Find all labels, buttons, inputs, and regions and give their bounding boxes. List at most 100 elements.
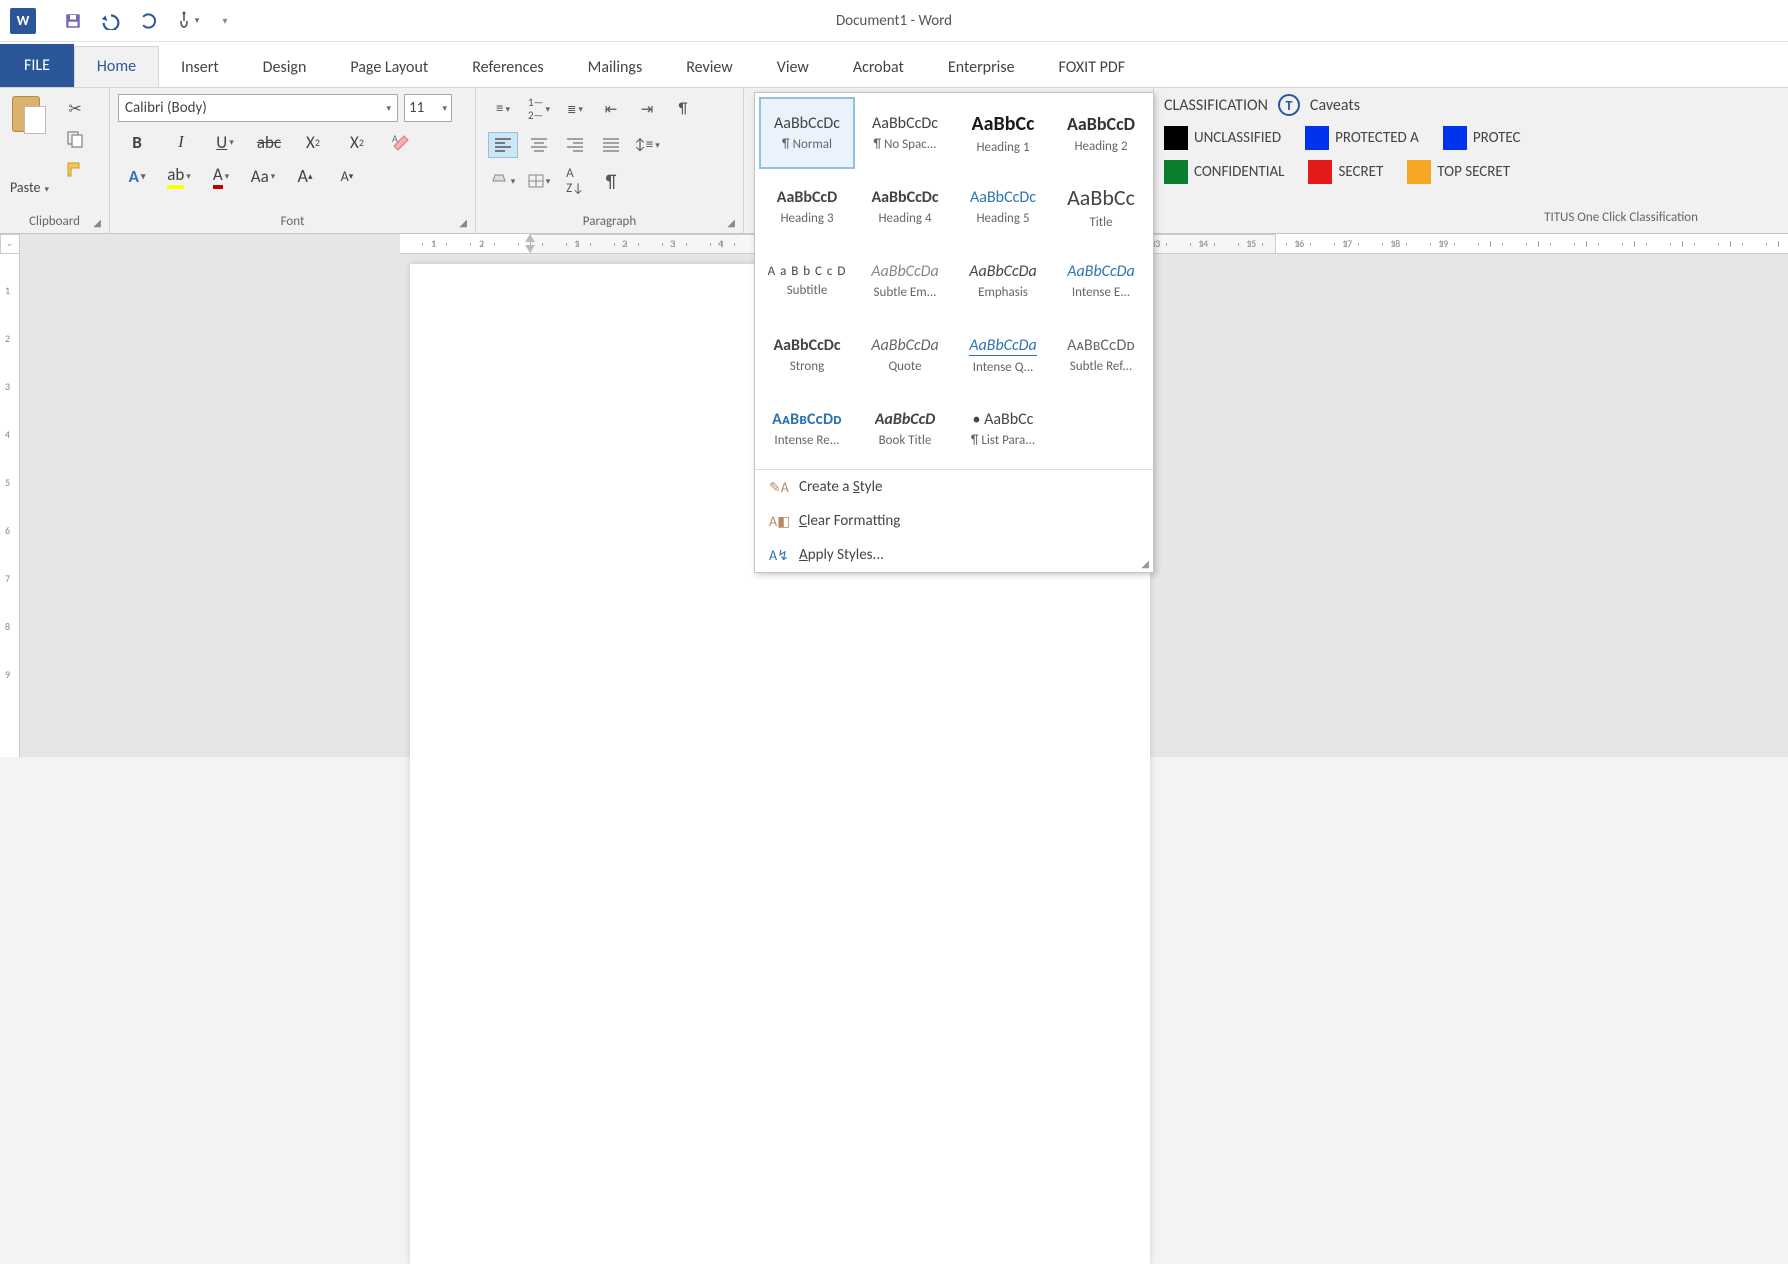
clipboard-launcher[interactable]: ◢ (93, 216, 101, 229)
style-tile-quote[interactable]: AaBbCcDaQuote (857, 319, 953, 391)
line-spacing-button[interactable]: ↕≡▾ (632, 132, 662, 158)
style-preview: AaBbCcD (1067, 113, 1135, 135)
group-font: Calibri (Body)▾ 11▾ B I U▾ abc X2 X2 A A… (110, 88, 476, 233)
class-protected-b[interactable]: PROTEC (1443, 126, 1521, 150)
paste-button[interactable]: Paste ▾ (6, 92, 53, 200)
style-tile--no-spac-[interactable]: AaBbCcDc¶ No Spac... (857, 97, 953, 169)
tab-references[interactable]: References (450, 48, 565, 87)
tab-insert[interactable]: Insert (159, 48, 241, 87)
class-protected-a[interactable]: PROTECTED A (1305, 126, 1419, 150)
paragraph-launcher[interactable]: ◢ (727, 216, 735, 229)
class-top-secret[interactable]: TOP SECRET (1407, 160, 1510, 184)
style-tile-intense-e-[interactable]: AaBbCcDaIntense E... (1053, 245, 1149, 317)
style-tile--normal[interactable]: AaBbCcDc¶ Normal (759, 97, 855, 169)
style-tile--list-para-[interactable]: • AaBbCc¶ List Para... (955, 393, 1051, 465)
shrink-font-button[interactable]: A▾ (332, 162, 362, 190)
font-name-combo[interactable]: Calibri (Body)▾ (118, 94, 398, 122)
align-right-button[interactable] (560, 132, 590, 158)
style-tile-book-title[interactable]: AaBbCcDBook Title (857, 393, 953, 465)
clear-formatting-button[interactable]: A (386, 128, 416, 156)
resize-grip-icon[interactable]: ◢ (1141, 557, 1149, 570)
highlight-button[interactable]: ab▾ (164, 162, 194, 190)
tab-acrobat[interactable]: Acrobat (831, 48, 926, 87)
style-tile-heading-4[interactable]: AaBbCcDcHeading 4 (857, 171, 953, 243)
sort-button[interactable]: AZ↓ (560, 168, 590, 194)
style-name: ¶ No Spac... (873, 137, 936, 152)
font-size-combo[interactable]: 11▾ (404, 94, 452, 122)
clear-formatting-menu-item[interactable]: A◧ Clear Formatting (755, 504, 1153, 538)
align-center-button[interactable] (524, 132, 554, 158)
style-tile-subtle-em-[interactable]: AaBbCcDaSubtle Em... (857, 245, 953, 317)
style-tile-heading-1[interactable]: AaBbCcHeading 1 (955, 97, 1051, 169)
quick-access-toolbar: ▾ ▾ (56, 4, 242, 38)
undo-button[interactable] (94, 4, 128, 38)
style-tile-subtitle[interactable]: A a B b C c DSubtitle (759, 245, 855, 317)
grow-font-button[interactable]: A▴ (290, 162, 320, 190)
style-name: Emphasis (978, 285, 1028, 300)
strikethrough-button[interactable]: abc (254, 128, 284, 156)
ruler-corner[interactable]: ⌐ (0, 234, 20, 254)
create-style-menu-item[interactable]: ✎A Create a Style (755, 470, 1153, 504)
create-style-label: tyle (860, 478, 883, 496)
style-name: Intense Q... (973, 360, 1034, 375)
format-painter-button[interactable] (61, 158, 89, 180)
align-left-button[interactable] (488, 132, 518, 158)
vertical-ruler[interactable]: 123456789 (0, 254, 20, 757)
pilcrow-button[interactable]: ¶ (596, 168, 626, 194)
class-unclassified[interactable]: UNCLASSIFIED (1164, 126, 1281, 150)
increase-indent-button[interactable]: ⇥ (632, 96, 662, 122)
shading-button[interactable]: ▾ (488, 168, 518, 194)
font-color-button[interactable]: A▾ (206, 162, 236, 190)
apply-styles-menu-item[interactable]: A↯ Apply Styles... (755, 538, 1153, 572)
justify-button[interactable] (596, 132, 626, 158)
italic-button[interactable]: I (166, 128, 196, 156)
bold-button[interactable]: B (122, 128, 152, 156)
style-tile-title[interactable]: AaBbCcTitle (1053, 171, 1149, 243)
multilevel-list-button[interactable]: ≣▾ (560, 96, 590, 122)
style-name: ¶ Normal (782, 137, 832, 152)
tab-page-layout[interactable]: Page Layout (328, 48, 450, 87)
class-secret[interactable]: SECRET (1308, 160, 1383, 184)
show-paragraph-marks-button[interactable]: ¶ (668, 96, 698, 122)
style-tile-intense-q-[interactable]: AaBbCcDaIntense Q... (955, 319, 1051, 391)
clipboard-group-label: Clipboard◢ (6, 214, 103, 231)
style-tile-heading-2[interactable]: AaBbCcDHeading 2 (1053, 97, 1149, 169)
bullets-button[interactable]: ≡▾ (488, 96, 518, 122)
redo-button[interactable] (132, 4, 166, 38)
style-tile-heading-3[interactable]: AaBbCcDHeading 3 (759, 171, 855, 243)
underline-button[interactable]: U▾ (210, 128, 240, 156)
caveats-button[interactable]: Caveats (1310, 96, 1360, 115)
class-confidential[interactable]: CONFIDENTIAL (1164, 160, 1284, 184)
tab-mailings[interactable]: Mailings (566, 48, 665, 87)
tab-view[interactable]: View (755, 48, 831, 87)
style-tile-emphasis[interactable]: AaBbCcDaEmphasis (955, 245, 1051, 317)
qat-customize-button[interactable]: ▾ (208, 4, 242, 38)
copy-button[interactable] (61, 128, 89, 150)
word-app-icon: W (10, 8, 36, 34)
touch-mode-button[interactable]: ▾ (170, 4, 204, 38)
change-case-button[interactable]: Aa▾ (248, 162, 278, 190)
svg-text:A: A (392, 132, 398, 145)
tab-foxit-pdf[interactable]: FOXIT PDF (1037, 48, 1148, 87)
cut-button[interactable]: ✂ (61, 98, 89, 120)
tab-enterprise[interactable]: Enterprise (926, 48, 1037, 87)
tab-design[interactable]: Design (241, 48, 329, 87)
style-name: Strong (790, 359, 824, 374)
subscript-button[interactable]: X2 (298, 128, 328, 156)
style-tile-heading-5[interactable]: AaBbCcDcHeading 5 (955, 171, 1051, 243)
tab-home[interactable]: Home (74, 46, 159, 87)
font-launcher[interactable]: ◢ (459, 216, 467, 229)
numbering-button[interactable]: 1—2—▾ (524, 96, 554, 122)
tab-file[interactable]: FILE (0, 44, 74, 87)
style-tile-subtle-ref-[interactable]: AᴀBʙCᴄDᴅSubtle Ref... (1053, 319, 1149, 391)
decrease-indent-button[interactable]: ⇤ (596, 96, 626, 122)
text-effects-button[interactable]: A▾ (122, 162, 152, 190)
borders-button[interactable]: ▾ (524, 168, 554, 194)
ribbon-body: Paste ▾ ✂ Clipboard◢ Calibri (Body)▾ 11▾… (0, 88, 1788, 234)
style-tile-strong[interactable]: AaBbCcDcStrong (759, 319, 855, 391)
tab-review[interactable]: Review (664, 48, 755, 87)
style-preview: AaBbCcDa (871, 336, 939, 355)
superscript-button[interactable]: X2 (342, 128, 372, 156)
save-button[interactable] (56, 4, 90, 38)
style-tile-intense-re-[interactable]: AᴀBʙCᴄDᴅIntense Re... (759, 393, 855, 465)
